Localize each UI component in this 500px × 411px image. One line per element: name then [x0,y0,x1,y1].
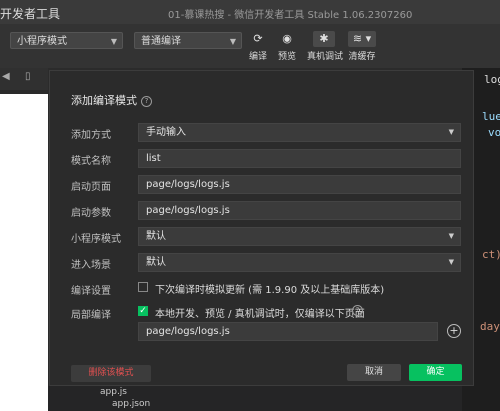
simulator-toolbar: ◀ ▯ [0,68,48,90]
simulate-update-checkbox[interactable] [138,282,148,292]
eye-icon: ◉ [282,32,292,45]
partial-compile-checkbox[interactable]: ✓ [138,306,148,316]
file-item[interactable]: app.js [100,387,127,397]
entry-scene-label: 进入场景 [71,260,111,271]
cancel-button[interactable]: 取消 [347,364,401,381]
miniprogram-mode-select[interactable]: 默认 ▼ [138,227,461,246]
clear-cache-label: 清缓存 [348,52,376,62]
add-compile-mode-dialog: 添加编译模式? 添加方式 手动输入 ▼ 模式名称 list 启动页面 page/… [49,70,474,386]
help-icon[interactable]: ? [352,305,363,316]
chevron-down-icon: ▼ [448,128,454,136]
code-fragment: lue [482,110,500,123]
toolbar: 小程序模式 ▼ 普通编译 ▼ ⟳ 编译 ◉ 预览 ✱ 真机调试 ≋ ▾ 清缓存 [0,24,500,68]
miniprogram-mode-label: 小程序模式 [71,234,121,245]
code-fragment: vo [488,126,500,139]
add-method-label: 添加方式 [71,130,111,141]
start-params-input[interactable]: page/logs/logs.js [138,201,461,220]
app-title: 开发者工具 [0,7,61,21]
compile-mode-value: 普通编译 [141,36,181,47]
add-page-icon[interactable]: + [447,324,461,338]
phone-icon[interactable]: ▯ [25,71,31,82]
start-params-label: 启动参数 [71,208,111,219]
dialog-title: 添加编译模式 [71,94,137,107]
file-item[interactable]: app.json [112,399,150,409]
start-page-value: page/logs/logs.js [146,179,230,190]
chevron-down-icon: ▼ [229,37,236,46]
layers-icon: ≋ ▾ [348,31,376,47]
compile-mode-select[interactable]: 普通编译 ▼ [134,32,242,49]
chevron-down-icon: ▼ [448,258,454,266]
remote-debug-label: 真机调试 [307,52,344,62]
dialog-title-wrap: 添加编译模式? [71,92,152,108]
code-fragment: day [480,320,500,333]
simulate-update-text: 下次编译时模拟更新 (需 1.9.90 及以上基础库版本) [155,285,385,296]
partial-compile-page-input[interactable]: page/logs/logs.js [138,322,438,341]
code-fragment: ct) [482,248,500,261]
start-page-label: 启动页面 [71,182,111,193]
miniprogram-mode-value: 默认 [146,231,166,242]
mode-name-label: 模式名称 [71,156,111,167]
add-method-select[interactable]: 手动输入 ▼ [138,123,461,142]
mode-select[interactable]: 小程序模式 ▼ [10,32,123,49]
file-tree-bottom: app.js app.json [48,386,462,411]
delete-mode-button[interactable]: 删除该模式 [71,365,151,382]
confirm-button[interactable]: 确定 [409,364,462,381]
help-icon[interactable]: ? [141,95,152,107]
preview-label: 预览 [277,52,296,62]
start-params-value: page/logs/logs.js [146,205,230,216]
partial-compile-label: 局部编译 [71,310,111,321]
bug-icon: ✱ [313,31,335,47]
entry-scene-value: 默认 [146,257,166,268]
compile-settings-label: 编译设置 [71,286,111,297]
partial-compile-text: 本地开发、预览 / 真机调试时，仅编译以下页面 [155,309,365,320]
chevron-down-icon: ▼ [110,37,117,46]
window-title: 01-慕课热搜 - 微信开发者工具 Stable 1.06.2307260 [168,10,413,21]
mode-select-value: 小程序模式 [17,36,67,47]
simulator-preview [0,94,48,411]
start-page-input[interactable]: page/logs/logs.js [138,175,461,194]
chevron-down-icon: ▼ [448,232,454,240]
add-method-value: 手动输入 [146,127,186,138]
refresh-icon: ⟳ [253,32,263,45]
simulator-back-icon[interactable]: ◀ [2,71,10,82]
editor-tab-fragment[interactable]: logs [484,73,500,86]
title-bar: 开发者工具 01-慕课热搜 - 微信开发者工具 Stable 1.06.2307… [0,0,500,24]
mode-name-input[interactable]: list [138,149,461,168]
clear-cache-button[interactable]: ≋ ▾ 清缓存 [345,31,379,62]
remote-debug-button[interactable]: ✱ 真机调试 [307,31,344,62]
preview-button[interactable]: ◉ 预览 [270,31,304,62]
partial-compile-page-value: page/logs/logs.js [146,326,230,337]
entry-scene-select[interactable]: 默认 ▼ [138,253,461,272]
mode-name-value: list [146,153,161,164]
